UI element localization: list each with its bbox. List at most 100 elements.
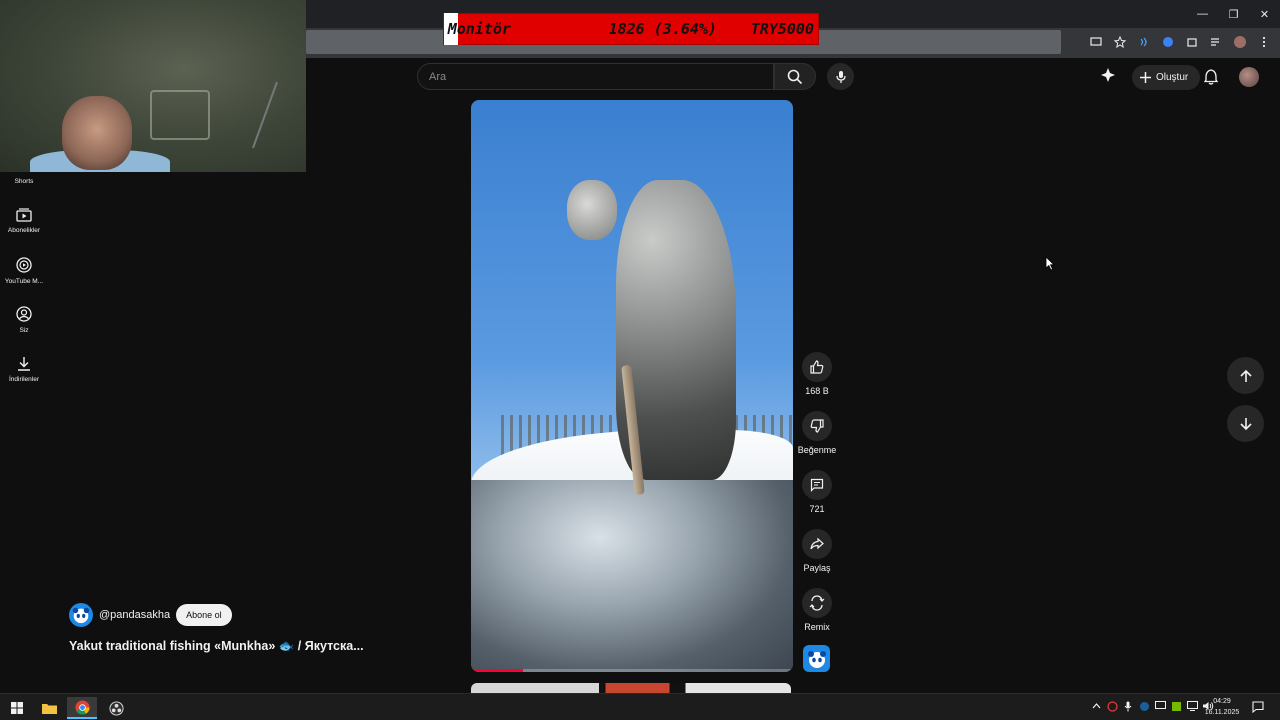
tray-nvidia-icon[interactable]: [1170, 699, 1182, 713]
close-icon[interactable]: ✕: [1249, 0, 1280, 28]
file-explorer-button[interactable]: [34, 697, 64, 719]
remix-label: Remix: [804, 622, 830, 632]
notifications-button[interactable]: [1201, 67, 1221, 87]
sidebar-item-shorts[interactable]: Shorts: [0, 178, 48, 185]
tray-display-icon[interactable]: [1154, 699, 1166, 713]
obs-taskbar-button[interactable]: [101, 697, 131, 719]
search-button[interactable]: [774, 63, 816, 90]
taskbar-clock[interactable]: 04:29 16.11.2025: [1200, 696, 1244, 718]
bookmark-star-icon[interactable]: [1110, 32, 1130, 52]
cast-icon[interactable]: [1086, 32, 1106, 52]
sidebar-item-label: Shorts: [14, 178, 34, 185]
panda-logo-icon: [807, 650, 826, 668]
plus-icon: [1140, 71, 1151, 83]
bell-icon: [1204, 69, 1218, 85]
share-button[interactable]: Paylaş: [796, 529, 838, 573]
restore-icon[interactable]: ❐: [1218, 0, 1249, 28]
clock-time: 04:29: [1213, 698, 1231, 705]
share-icon: [810, 537, 824, 550]
sidebar-item-label: YouTube M...: [4, 278, 44, 285]
remix-icon: [809, 595, 825, 611]
video-scene-ice: [471, 480, 793, 672]
ai-sparkle-icon[interactable]: [1100, 67, 1116, 88]
microphone-icon: [835, 70, 846, 83]
ticker-change: 1826 (3.64%): [608, 20, 717, 38]
channel-thumbnail[interactable]: [803, 645, 830, 672]
subscriptions-icon: [16, 208, 32, 222]
create-label: Oluştur: [1156, 71, 1189, 83]
video-progress-fill: [471, 669, 523, 672]
channel-avatar[interactable]: [69, 603, 93, 627]
video-progress-bar[interactable]: [471, 669, 793, 672]
webcam-lamp: [252, 81, 278, 149]
panda-logo-icon: [72, 607, 90, 624]
create-button[interactable]: Oluştur: [1132, 64, 1201, 90]
video-title[interactable]: Yakut traditional fishing «Munkha» 🐟 / Я…: [69, 639, 364, 654]
like-button[interactable]: 168 B: [796, 352, 838, 396]
comment-count: 721: [809, 504, 825, 514]
share-label: Paylaş: [803, 563, 831, 573]
search-icon: [787, 69, 803, 84]
ticker-name: Monitör: [447, 20, 511, 38]
webcam-overlay: [0, 0, 306, 172]
minimize-icon[interactable]: —: [1187, 0, 1218, 28]
sidebar-item-you[interactable]: Siz: [0, 306, 48, 334]
remix-button[interactable]: Remix: [796, 588, 838, 632]
sidebar-item-downloads[interactable]: İndirilenler: [0, 356, 48, 383]
sidebar-item-subscriptions[interactable]: Abonelikler: [0, 208, 48, 234]
chrome-taskbar-button[interactable]: [67, 697, 97, 719]
extension-blue-icon[interactable]: [1158, 32, 1178, 52]
media-controls-icon[interactable]: [1206, 32, 1226, 52]
webcam-person-head: [62, 96, 132, 170]
webcam-background-object: [150, 90, 210, 140]
thumbs-down-icon: [810, 419, 824, 433]
notification-icon: [1252, 701, 1264, 714]
tray-steam-icon[interactable]: [1138, 699, 1150, 713]
profile-avatar-icon[interactable]: [1230, 32, 1250, 52]
search-input[interactable]: [429, 70, 773, 83]
tray-network-icon[interactable]: [1186, 699, 1198, 713]
extensions-puzzle-icon[interactable]: [1182, 32, 1202, 52]
windows-logo-icon: [11, 702, 23, 714]
chrome-icon: [74, 699, 90, 715]
arrow-up-icon: [1239, 369, 1252, 382]
channel-handle[interactable]: @pandasakha: [99, 609, 170, 621]
next-video-button[interactable]: [1227, 405, 1264, 442]
subscribe-button[interactable]: Abone ol: [176, 604, 232, 626]
comments-button[interactable]: 721: [796, 470, 838, 514]
sidebar-item-youtube-music[interactable]: YouTube M...: [0, 257, 48, 285]
browser-extensions: [1086, 31, 1274, 53]
stock-ticker-overlay: Monitör 1826 (3.64%) TRY5000: [443, 13, 819, 45]
folder-icon: [41, 704, 57, 714]
header-actions: Oluştur: [1100, 64, 1201, 90]
ticker-code: TRY5000: [750, 20, 814, 38]
shorts-video-player[interactable]: [471, 100, 793, 672]
next-video-preview[interactable]: [471, 683, 791, 693]
voice-search-button[interactable]: [827, 63, 854, 90]
previous-video-button[interactable]: [1227, 357, 1264, 394]
dislike-button[interactable]: Beğenme: [796, 411, 838, 455]
clock-date: 16.11.2025: [1204, 709, 1240, 716]
sidebar-item-label: Siz: [19, 327, 29, 334]
channel-row: @pandasakha Abone ol: [69, 603, 232, 627]
tray-antivirus-icon[interactable]: [1106, 699, 1118, 713]
thumbs-up-icon: [810, 360, 824, 374]
tray-microphone-icon[interactable]: [1122, 699, 1134, 713]
account-icon: [16, 306, 32, 322]
video-scene-person-head: [567, 180, 617, 240]
youtube-music-icon: [16, 257, 32, 273]
search-box[interactable]: [417, 63, 774, 90]
sidebar-item-label: Abonelikler: [7, 227, 41, 234]
window-controls: — ❐ ✕: [1187, 0, 1280, 28]
system-tray: [1090, 699, 1214, 713]
tray-chevron-icon[interactable]: [1090, 699, 1102, 713]
user-avatar[interactable]: [1239, 67, 1259, 87]
read-aloud-icon[interactable]: [1134, 32, 1154, 52]
start-button[interactable]: [2, 697, 32, 719]
notification-center-button[interactable]: [1252, 700, 1264, 718]
comment-icon: [810, 478, 824, 492]
dislike-label: Beğenme: [797, 445, 837, 455]
like-count: 168 B: [805, 386, 829, 396]
browser-menu-icon[interactable]: [1254, 32, 1274, 52]
sidebar-item-label: İndirilenler: [9, 376, 39, 383]
